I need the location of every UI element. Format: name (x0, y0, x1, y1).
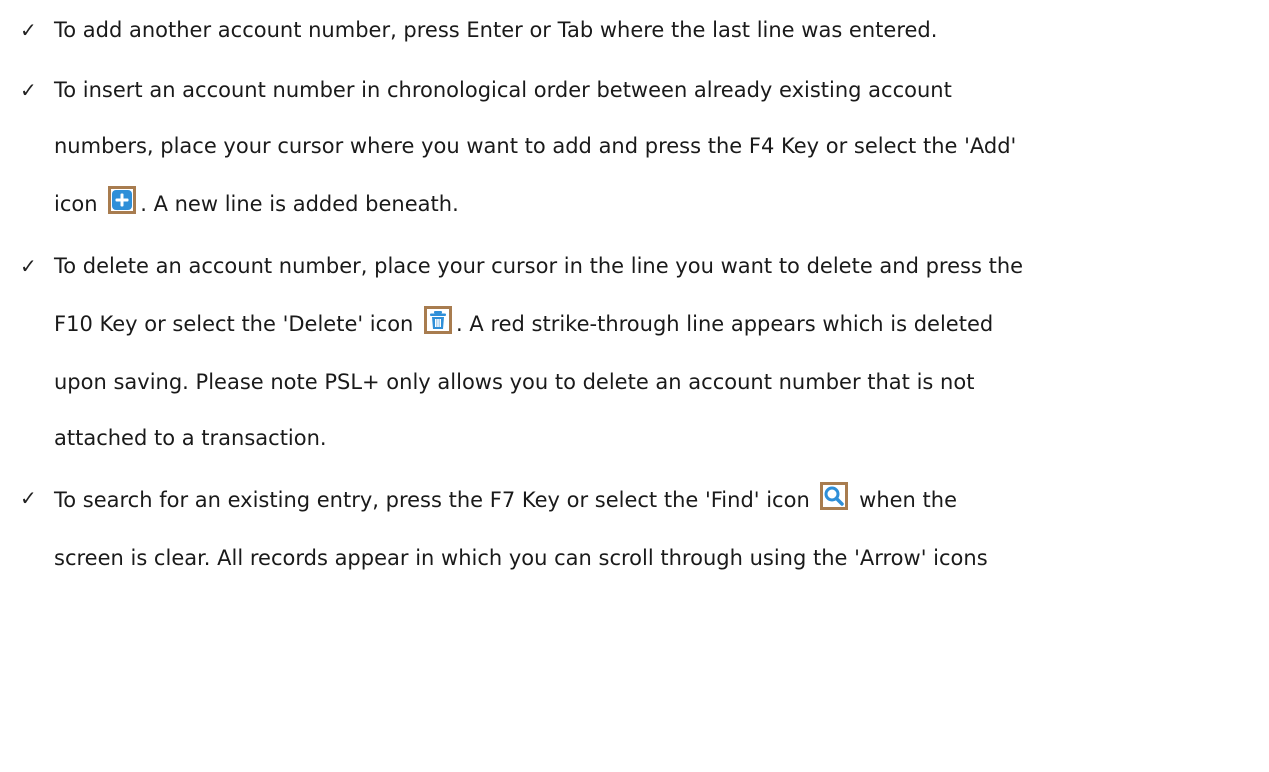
trash-icon (424, 306, 453, 334)
bullet-text-with-icon: To search for an existing entry, press t… (54, 470, 1269, 530)
add-icon (108, 186, 137, 214)
bullet-text: upon saving. Please note PSL+ only allow… (54, 370, 975, 394)
check-icon: ✓ (20, 18, 37, 42)
bullet-text: To delete an account number, place your … (54, 254, 1024, 278)
bullet-text: . A new line is added beneath. (140, 192, 459, 216)
bullet-text: . A red strike-through line appears whic… (456, 312, 994, 336)
check-icon: ✓ (20, 486, 37, 510)
bullet-text: attached to a transaction. (54, 426, 327, 450)
bullet-text: To search for an existing entry, press t… (54, 488, 810, 512)
bullet-text-with-icon: F10 Key or select the 'Delete' icon . A … (54, 294, 1269, 354)
bullet-text: screen is clear. All records appear in w… (54, 546, 988, 570)
bullet-text: To add another account number, press Ent… (54, 18, 938, 42)
bullet-item-insert: ✓ To insert an account number in chronol… (20, 62, 1269, 234)
bullet-text: numbers, place your cursor where you wan… (54, 134, 1017, 158)
bullet-item-search: ✓ To search for an existing entry, press… (20, 470, 1269, 586)
search-icon (820, 482, 849, 510)
bullet-text-with-icon: icon . A new line is added beneath. (54, 174, 1269, 234)
bullet-text: F10 Key or select the 'Delete' icon (54, 312, 414, 336)
bullet-text: when the (859, 488, 957, 512)
bullet-item-delete: ✓ To delete an account number, place you… (20, 238, 1269, 466)
bullet-text: icon (54, 192, 98, 216)
check-icon: ✓ (20, 254, 37, 278)
bullet-item-add-line: ✓ To add another account number, press E… (20, 2, 1269, 58)
document-body: ✓ To add another account number, press E… (0, 0, 1269, 586)
bullet-text: To insert an account number in chronolog… (54, 78, 952, 102)
check-icon: ✓ (20, 78, 37, 102)
